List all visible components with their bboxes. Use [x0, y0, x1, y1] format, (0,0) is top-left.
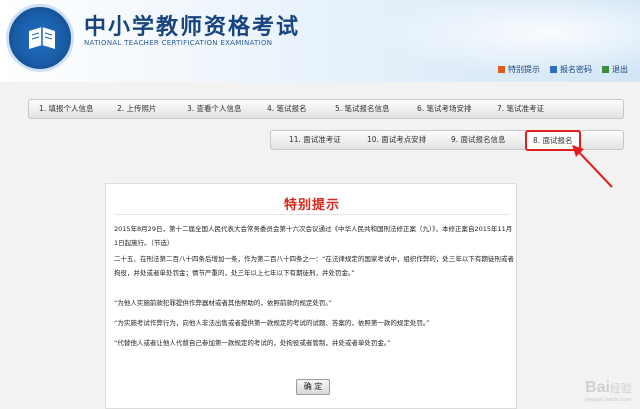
site-title: 中小学教师资格考试 — [84, 14, 301, 40]
step-written-exam-arrangement[interactable]: 6. 笔试考场安排 — [417, 103, 472, 114]
site-header: 中小学教师资格考试 NATIONAL TEACHER CERTIFICATION… — [0, 0, 640, 82]
step-fill-personal-info[interactable]: 1. 填报个人信息 — [39, 103, 94, 114]
notice-paragraph: “代替他人或者让他人代替自己参加第一款规定的考试的，处拘役或者管制，并处或者单处… — [114, 339, 391, 347]
step-upload-photo[interactable]: 2. 上传照片 — [117, 103, 157, 114]
watermark-logo: Bai — [585, 379, 610, 396]
logout-link[interactable]: 退出 — [602, 64, 628, 75]
notice-paragraph: 2015年8月29日，第十二届全国人民代表大会常务委员会第十六次会议通过《中华人… — [114, 225, 513, 247]
watermark-url: jingyan.baidu.com — [585, 397, 632, 403]
step-written-registration[interactable]: 4. 笔试报名 — [267, 103, 307, 114]
notice-icon — [498, 66, 505, 73]
baidu-jingyan-watermark: Bai经验 jingyan.baidu.com — [585, 377, 632, 403]
step-written-registration-info[interactable]: 5. 笔试报名信息 — [335, 103, 390, 114]
notice-paragraph: 二十五、在刑法第二百八十四条后增加一条，作为第二百八十四条之一：“在法律规定的国… — [114, 255, 514, 277]
site-subtitle: NATIONAL TEACHER CERTIFICATION EXAMINATI… — [84, 39, 273, 47]
key-icon — [550, 66, 557, 73]
logout-icon — [602, 66, 609, 73]
notice-title: 特别提示 — [283, 198, 340, 213]
confirm-button[interactable]: 确 定 — [296, 379, 330, 395]
top-links: 特别提示 报名密码 退出 — [498, 64, 628, 75]
watermark-text: 经验 — [610, 382, 632, 395]
logout-label: 退出 — [612, 65, 628, 74]
step-interview-site-arrangement[interactable]: 10. 面试考点安排 — [367, 134, 426, 145]
password-label: 报名密码 — [560, 65, 592, 74]
steps-row-1: 1. 填报个人信息 2. 上传照片 3. 查看个人信息 4. 笔试报名 5. 笔… — [28, 99, 624, 119]
annotation-arrow-icon — [572, 145, 613, 188]
site-logo — [6, 4, 74, 72]
step-view-personal-info[interactable]: 3. 查看个人信息 — [187, 103, 242, 114]
step-interview-registration-info[interactable]: 9. 面试报名信息 — [451, 134, 506, 145]
divider — [114, 214, 510, 215]
special-notice-link[interactable]: 特别提示 — [498, 64, 540, 75]
step-written-admission-ticket[interactable]: 7. 笔试准考证 — [497, 103, 544, 114]
notice-paragraph: “为实施考试作弊行为，向他人非法出售或者提供第一款规定的考试的试题、答案的，依照… — [114, 319, 430, 327]
step-interview-admission-ticket[interactable]: 11. 面试准考证 — [289, 134, 341, 145]
notice-paragraph: “为他人实施前款犯罪提供作弊器材或者其他帮助的，依照前款的规定处罚。” — [114, 299, 332, 307]
special-notice-label: 特别提示 — [508, 65, 540, 74]
special-notice-panel: 特别提示 2015年8月29日，第十二届全国人民代表大会常务委员会第十六次会议通… — [105, 183, 517, 409]
book-icon — [29, 27, 55, 49]
password-link[interactable]: 报名密码 — [550, 64, 592, 75]
